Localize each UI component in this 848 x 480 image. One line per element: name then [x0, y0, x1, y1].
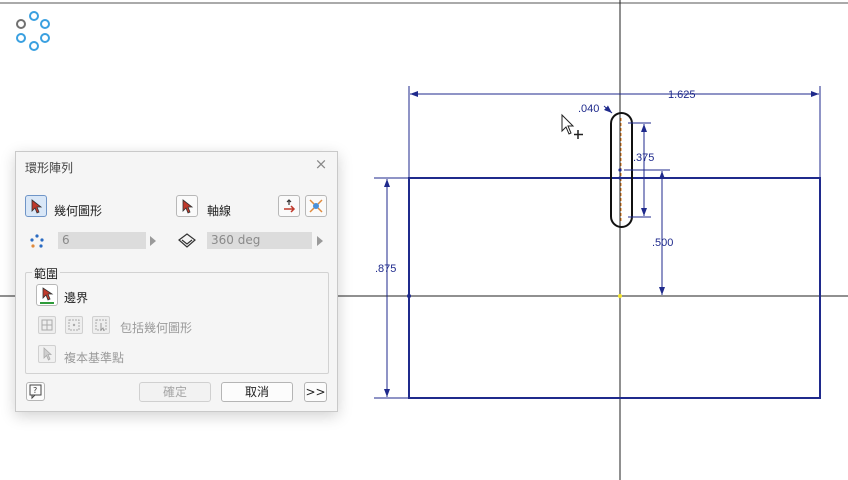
- cancel-button[interactable]: 取消: [221, 382, 293, 402]
- slot-endpoint[interactable]: [618, 168, 622, 172]
- axis-label: 軸線: [207, 204, 232, 218]
- sketch-rectangle[interactable]: [408, 177, 821, 399]
- geometry-select-button[interactable]: [25, 195, 47, 217]
- copy-datum-button[interactable]: [38, 345, 56, 363]
- boundary-select-button[interactable]: [36, 284, 58, 306]
- cursor-select-icon: [40, 287, 54, 304]
- select-inside-button[interactable]: [65, 316, 83, 334]
- pattern-count-icon: [30, 234, 44, 248]
- dimension-slot-width-value[interactable]: .040: [578, 103, 599, 115]
- flip-direction-button[interactable]: [278, 195, 300, 217]
- cursor-grid-icon: [95, 319, 107, 332]
- select-all-button[interactable]: [38, 316, 56, 334]
- dimension-slot-length-value[interactable]: .375: [633, 152, 654, 164]
- dimension-height[interactable]: .875: [374, 177, 409, 399]
- dimension-width-value[interactable]: 1.625: [668, 89, 696, 101]
- dotted-grid-icon: [68, 319, 80, 331]
- help-icon: ?: [29, 384, 42, 400]
- count-field[interactable]: 6: [58, 232, 146, 249]
- help-button[interactable]: ?: [26, 382, 45, 401]
- range-group-title: 範圍: [32, 265, 61, 282]
- more-button[interactable]: >>: [304, 382, 327, 402]
- svg-text:?: ?: [33, 386, 37, 395]
- copy-datum-label: 複本基準點: [64, 351, 125, 365]
- slot-endpoint[interactable]: [618, 176, 622, 180]
- dimension-height-value[interactable]: .875: [375, 263, 396, 275]
- dialog-title: 環形陣列: [25, 161, 74, 175]
- midplane-button[interactable]: [305, 195, 327, 217]
- grid-icon: [41, 319, 53, 331]
- center-point[interactable]: [618, 294, 622, 298]
- dimension-slot-offset-value[interactable]: .500: [652, 237, 673, 249]
- count-expand-icon[interactable]: [150, 236, 156, 246]
- circular-pattern-dialog: 環形陣列 × 幾何圖形 軸線 6 360 deg 範圍 邊界 包括幾何圖形 複本…: [15, 151, 338, 412]
- ok-button[interactable]: 確定: [139, 382, 211, 402]
- mouse-cursor-icon: [561, 113, 583, 139]
- boundary-label: 邊界: [64, 291, 89, 305]
- midplane-icon: [309, 199, 323, 213]
- select-crossing-button[interactable]: [92, 316, 110, 334]
- dimension-width[interactable]: 1.625: [408, 86, 821, 178]
- geometry-label: 幾何圖形: [54, 204, 103, 218]
- cursor-select-icon: [43, 347, 53, 361]
- left-midpoint[interactable]: [407, 294, 411, 298]
- axis-select-button[interactable]: [176, 195, 198, 217]
- close-icon[interactable]: ×: [313, 156, 329, 172]
- angle-field[interactable]: 360 deg: [207, 232, 312, 249]
- cursor-select-icon: [31, 199, 43, 214]
- include-geometry-label: 包括幾何圖形: [120, 321, 193, 335]
- dimension-slot-width[interactable]: .040: [578, 103, 613, 115]
- angle-expand-icon[interactable]: [317, 236, 323, 246]
- flip-icon: [284, 199, 296, 213]
- cursor-select-icon: [182, 199, 194, 214]
- orbit-circles-icon[interactable]: [16, 11, 50, 51]
- pattern-angle-icon: [178, 233, 196, 248]
